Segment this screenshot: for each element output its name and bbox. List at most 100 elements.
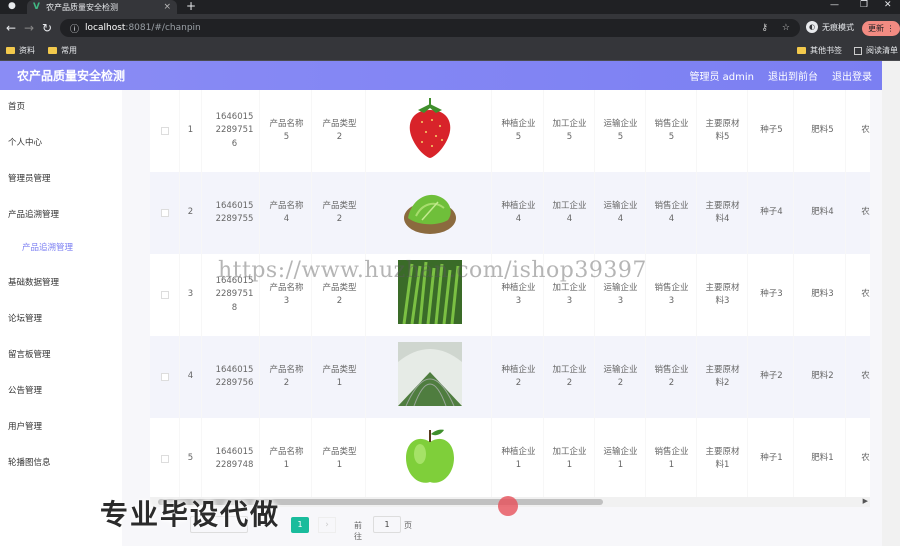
table-row[interactable]: 2 1646015 2289755 产品名称 4 产品类型 2 种植企业 4 加工企业 4 运输企业 4… [150, 172, 870, 254]
back-icon[interactable]: ← [6, 21, 16, 35]
app-title: 农产品质量安全检测 [17, 69, 126, 83]
app-header: 农产品质量安全检测 管理员 admin 退出到前台 退出登录 [0, 61, 882, 90]
sidebar-item-profile[interactable]: 个人中心 [8, 136, 42, 148]
update-button[interactable]: 更新 ⋮ [862, 21, 900, 36]
browser-tab[interactable]: V 农产品质量安全检测 × [27, 0, 177, 14]
reload-icon[interactable]: ↻ [42, 21, 52, 35]
sidebar-item-basic-data[interactable]: 基础数据管理 [8, 276, 59, 288]
cell-product-type: 产品类型 1 [314, 336, 366, 418]
row-checkbox[interactable] [150, 172, 180, 254]
next-page-button[interactable]: › [318, 517, 336, 533]
row-checkbox[interactable] [150, 336, 180, 418]
mouse-cursor-highlight [498, 496, 518, 516]
sidebar-item-carousel[interactable]: 轮播图信息 [8, 456, 51, 468]
browser-menu-icon[interactable]: ● [8, 1, 16, 11]
bookmark-other[interactable]: 其他书签 [797, 45, 842, 56]
url-host: localhost [85, 23, 126, 33]
cell-extra: 农 [856, 90, 870, 172]
bookmark-changyong[interactable]: 常用 [48, 45, 77, 56]
sidebar-item-admin[interactable]: 管理员管理 [8, 172, 51, 184]
window-close-icon[interactable]: ✕ [884, 0, 892, 10]
incognito-indicator[interactable]: ◐ 无痕模式 [806, 21, 854, 33]
cell-fertilizer: 肥料2 [800, 336, 846, 418]
table-row[interactable]: 1 1646015 2289751 6 产品名称 5 产品类型 2 种植企业 5 加工企业 5 运输企业… [150, 90, 870, 172]
cell-product-image [368, 336, 492, 418]
cell-product-image [368, 90, 492, 172]
cell-seed: 种子1 [750, 418, 794, 500]
scroll-right-icon[interactable]: ▶ [863, 497, 868, 505]
checkbox[interactable] [160, 373, 169, 381]
back-to-front-link[interactable]: 退出到前台 [768, 68, 818, 83]
green-apple-image [398, 424, 462, 493]
table-row[interactable]: 4 1646015 2289756 产品名称 2 产品类型 1 种植企业 2 加工企业 2 运输企业 2… [150, 336, 870, 418]
update-label: 更新 [868, 24, 884, 33]
page-scrollbar[interactable] [882, 61, 900, 546]
restore-icon[interactable]: ❐ [860, 0, 868, 10]
close-tab-icon[interactable]: × [163, 2, 171, 12]
user-label: 管理员 admin [689, 72, 754, 83]
watermark-text: https://www.huzhan.com/ishop39397 [218, 258, 647, 283]
logout-link[interactable]: 退出登录 [832, 68, 872, 83]
bookmark-label: 其他书签 [810, 46, 842, 55]
cell-fertilizer: 肥料5 [800, 90, 846, 172]
sidebar-subitem-traceability[interactable]: 产品追溯管理 [22, 241, 73, 253]
folder-icon [797, 47, 806, 54]
main-content: 1 1646015 2289751 6 产品名称 5 产品类型 2 种植企业 5 加工企业 5 运输企业… [122, 90, 882, 546]
cell-plant-company: 种植企业 1 [494, 418, 544, 500]
reading-list-icon [854, 46, 862, 55]
checkbox[interactable] [160, 291, 169, 299]
sidebar-item-announcements[interactable]: 公告管理 [8, 384, 42, 396]
row-checkbox[interactable] [150, 254, 180, 336]
promo-caption: 专业毕设代做 [100, 498, 281, 531]
bookmarks-bar: 资料 常用 其他书签 阅读清单 [0, 42, 900, 61]
cell-sales-company: 销售企业 1 [647, 418, 697, 500]
page-number-active[interactable]: 1 [291, 517, 309, 533]
sidebar-item-traceability[interactable]: 产品追溯管理 [8, 208, 59, 220]
key-icon[interactable]: ⚷ [761, 23, 768, 33]
bookmark-star-icon[interactable]: ☆ [782, 23, 790, 33]
cell-raw-material: 主要原材 料5 [698, 90, 748, 172]
info-icon[interactable]: ⓘ [70, 22, 79, 35]
sidebar-item-users[interactable]: 用户管理 [8, 420, 42, 432]
sidebar-item-home[interactable]: 首页 [8, 100, 25, 112]
goto-page-input[interactable]: 1 [373, 516, 401, 533]
cell-transport-company: 运输企业 5 [596, 90, 646, 172]
cell-seed: 种子2 [750, 336, 794, 418]
checkbox[interactable] [160, 127, 169, 135]
cell-sales-company: 销售企业 2 [647, 336, 697, 418]
sidebar-item-forum[interactable]: 论坛管理 [8, 312, 42, 324]
cell-fertilizer: 肥料4 [800, 172, 846, 254]
forward-icon[interactable]: → [24, 21, 34, 35]
checkbox[interactable] [160, 209, 169, 217]
cell-fertilizer: 肥料3 [800, 254, 846, 336]
cell-code: 1646015 2289751 6 [210, 90, 260, 172]
cell-product-type: 产品类型 2 [314, 90, 366, 172]
cell-transport-company: 运输企业 4 [596, 172, 646, 254]
bookmark-ziliao[interactable]: 资料 [6, 45, 35, 56]
table-row[interactable]: 5 1646015 2289748 产品名称 1 产品类型 1 种植企业 1 加工企业 1 运输企业 1… [150, 418, 870, 500]
goto-label: 前往 [354, 521, 362, 541]
url-input[interactable]: ⓘ localhost :8081/#/chanpin ⚷ ☆ [60, 19, 800, 37]
minimize-icon[interactable]: — [830, 0, 839, 10]
browser-tab-title: 农产品质量安全检测 [45, 2, 118, 12]
new-tab-icon[interactable]: + [186, 0, 196, 13]
lettuce-image [398, 178, 462, 247]
checkbox[interactable] [160, 455, 169, 463]
cell-seed: 种子5 [750, 90, 794, 172]
sidebar: 首页 个人中心 管理员管理 产品追溯管理 产品追溯管理 基础数据管理 论坛管理 … [0, 90, 122, 546]
cell-product-name: 产品名称 2 [262, 336, 312, 418]
row-checkbox[interactable] [150, 90, 180, 172]
row-checkbox[interactable] [150, 418, 180, 500]
reading-list[interactable]: 阅读清单 [854, 45, 898, 56]
sidebar-item-messages[interactable]: 留言板管理 [8, 348, 51, 360]
incognito-icon: ◐ [806, 21, 818, 33]
cell-raw-material: 主要原材 料4 [698, 172, 748, 254]
bookmark-label: 资料 [19, 46, 35, 55]
address-bar-row: ← → ↻ ⓘ localhost :8081/#/chanpin ⚷ ☆ ◐ … [0, 14, 900, 42]
cell-raw-material: 主要原材 料2 [698, 336, 748, 418]
cell-process-company: 加工企业 5 [545, 90, 595, 172]
cell-sales-company: 销售企业 4 [647, 172, 697, 254]
cell-sales-company: 销售企业 3 [647, 254, 697, 336]
bookmark-label: 阅读清单 [866, 46, 898, 55]
cell-index: 1 [180, 90, 202, 172]
